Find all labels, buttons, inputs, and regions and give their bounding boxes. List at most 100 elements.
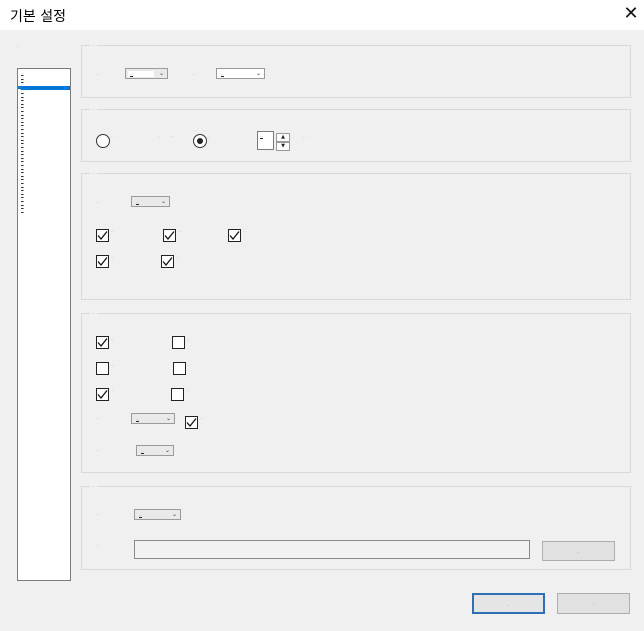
check-icon bbox=[164, 231, 175, 241]
ok-button[interactable]: … bbox=[472, 593, 545, 614]
section-4-combo[interactable]: … ⌄ bbox=[131, 413, 175, 424]
section-3-checkbox-4-label: … bbox=[111, 255, 114, 259]
sidebar-item[interactable]: … bbox=[21, 79, 24, 82]
sidebar-list[interactable]: ……………………………………………………………………………………………………… bbox=[17, 68, 71, 581]
section-1-combo-a-value: … bbox=[130, 72, 133, 76]
section-3-checkbox-4[interactable] bbox=[96, 255, 109, 268]
group-section-2-legend: … bbox=[90, 107, 97, 111]
check-icon bbox=[97, 231, 108, 241]
sidebar-item[interactable]: … bbox=[21, 112, 24, 115]
sidebar-item[interactable]: … bbox=[21, 104, 24, 107]
section-3-checkbox-3[interactable] bbox=[228, 229, 241, 242]
sidebar-item[interactable]: … bbox=[21, 144, 24, 147]
section-4-checkbox-3[interactable] bbox=[96, 362, 109, 375]
sidebar-item[interactable]: … bbox=[21, 140, 24, 143]
check-icon bbox=[97, 390, 108, 400]
section-1-combo-b[interactable]: … ⌄ bbox=[216, 68, 265, 79]
group-section-4-legend: … bbox=[90, 311, 97, 315]
sidebar-item[interactable]: … bbox=[21, 97, 24, 100]
section-1-combo-a[interactable]: … ⌄ bbox=[125, 68, 168, 79]
section-4-checkbox-1-label: … bbox=[111, 337, 114, 341]
sidebar-item[interactable]: … bbox=[21, 194, 24, 197]
spin-down-button[interactable]: ▼ bbox=[276, 142, 290, 151]
sidebar-item[interactable]: … bbox=[21, 205, 24, 208]
sidebar-item[interactable]: … bbox=[21, 119, 24, 122]
chevron-down-icon: ⌄ bbox=[160, 198, 166, 205]
path-input[interactable] bbox=[134, 540, 530, 559]
section-3-combo-value: … bbox=[136, 200, 139, 204]
spin-input[interactable]: … bbox=[257, 131, 274, 150]
sidebar-item[interactable]: … bbox=[21, 180, 24, 183]
radio-option-2[interactable] bbox=[193, 134, 207, 148]
section-3-combo-label: … bbox=[96, 200, 99, 204]
section-4-checkbox-2-label: … bbox=[187, 337, 190, 341]
sidebar-item[interactable]: … bbox=[21, 158, 24, 161]
sidebar-item[interactable]: … bbox=[21, 72, 24, 75]
sidebar-item[interactable]: … bbox=[21, 122, 24, 125]
sidebar-item[interactable]: … bbox=[21, 83, 24, 86]
section-5-path-label: … bbox=[96, 543, 99, 547]
section-4-checkbox-2[interactable] bbox=[172, 336, 185, 349]
cancel-button-label: … bbox=[592, 602, 595, 606]
section-3-combo[interactable]: … ⌄ bbox=[131, 196, 170, 207]
sidebar-item[interactable]: … bbox=[18, 86, 70, 91]
section-4-checkbox-5[interactable] bbox=[96, 388, 109, 401]
section-4-extra-checkbox[interactable] bbox=[185, 416, 198, 429]
section-3-checkbox-2[interactable] bbox=[163, 229, 176, 242]
sidebar-item[interactable]: … bbox=[21, 155, 24, 158]
check-icon bbox=[97, 338, 108, 348]
section-3-checkbox-1[interactable] bbox=[96, 229, 109, 242]
section-5-combo[interactable]: … ⌄ bbox=[134, 509, 181, 520]
section-3-checkbox-5-label: … bbox=[176, 255, 179, 259]
chevron-down-icon: ⌄ bbox=[158, 70, 164, 77]
sidebar-label: … bbox=[16, 44, 19, 48]
group-section-5-legend: … bbox=[90, 484, 97, 488]
sidebar-item[interactable]: … bbox=[21, 209, 24, 212]
sidebar-item[interactable]: … bbox=[21, 198, 24, 201]
section-4-combo-2-value: … bbox=[141, 449, 144, 453]
group-section-3: … … … ⌄ … … … … … bbox=[81, 171, 631, 300]
section-1-combo-b-value: … bbox=[221, 72, 224, 76]
title-bar: 기본 설정 ✕ bbox=[0, 0, 644, 30]
check-icon bbox=[97, 257, 108, 267]
sidebar-item[interactable]: … bbox=[21, 101, 24, 104]
sidebar-item[interactable]: … bbox=[21, 137, 24, 140]
spin-unit-label: … bbox=[302, 135, 305, 139]
close-button[interactable]: ✕ bbox=[620, 3, 642, 25]
sidebar-item[interactable]: … bbox=[21, 115, 24, 118]
sidebar-item[interactable]: … bbox=[21, 191, 24, 194]
sidebar-item[interactable]: … bbox=[21, 108, 24, 111]
sidebar-item[interactable]: … bbox=[21, 94, 24, 97]
sidebar-item[interactable]: … bbox=[21, 126, 24, 129]
spin-up-button[interactable]: ▲ bbox=[276, 133, 290, 142]
check-icon bbox=[162, 257, 173, 267]
sidebar-item[interactable]: … bbox=[21, 76, 24, 79]
section-4-checkbox-4[interactable] bbox=[173, 362, 186, 375]
sidebar-item[interactable]: … bbox=[21, 169, 24, 172]
sidebar-item[interactable]: … bbox=[21, 176, 24, 179]
section-3-checkbox-5[interactable] bbox=[161, 255, 174, 268]
sidebar-item[interactable]: … bbox=[21, 202, 24, 205]
radio-option-1[interactable] bbox=[96, 134, 110, 148]
sidebar-item[interactable]: … bbox=[21, 166, 24, 169]
section-4-combo-2[interactable]: … ⌄ bbox=[136, 445, 174, 456]
chevron-down-icon: ⌄ bbox=[164, 447, 170, 454]
sidebar-item[interactable]: … bbox=[21, 148, 24, 151]
sidebar-item[interactable]: … bbox=[21, 130, 24, 133]
sidebar-item[interactable]: … bbox=[21, 173, 24, 176]
section-3-checkbox-2-label: … bbox=[178, 229, 181, 233]
chevron-down-icon: ⌄ bbox=[165, 415, 171, 422]
section-4-checkbox-6[interactable] bbox=[171, 388, 184, 401]
close-icon[interactable]: ✕ bbox=[623, 3, 638, 24]
sidebar-item[interactable]: … bbox=[21, 133, 24, 136]
sidebar-item[interactable]: … bbox=[21, 184, 24, 187]
radio-option-1-label: … bbox=[110, 135, 113, 139]
section-5-combo-label: … bbox=[96, 512, 99, 516]
section-4-checkbox-1[interactable] bbox=[96, 336, 109, 349]
browse-button[interactable]: … bbox=[542, 541, 615, 561]
sidebar-item[interactable]: … bbox=[21, 151, 24, 154]
sidebar-item[interactable]: … bbox=[21, 90, 24, 93]
sidebar-item[interactable]: … bbox=[21, 187, 24, 190]
sidebar-item[interactable]: … bbox=[21, 162, 24, 165]
cancel-button[interactable]: … bbox=[557, 593, 630, 614]
